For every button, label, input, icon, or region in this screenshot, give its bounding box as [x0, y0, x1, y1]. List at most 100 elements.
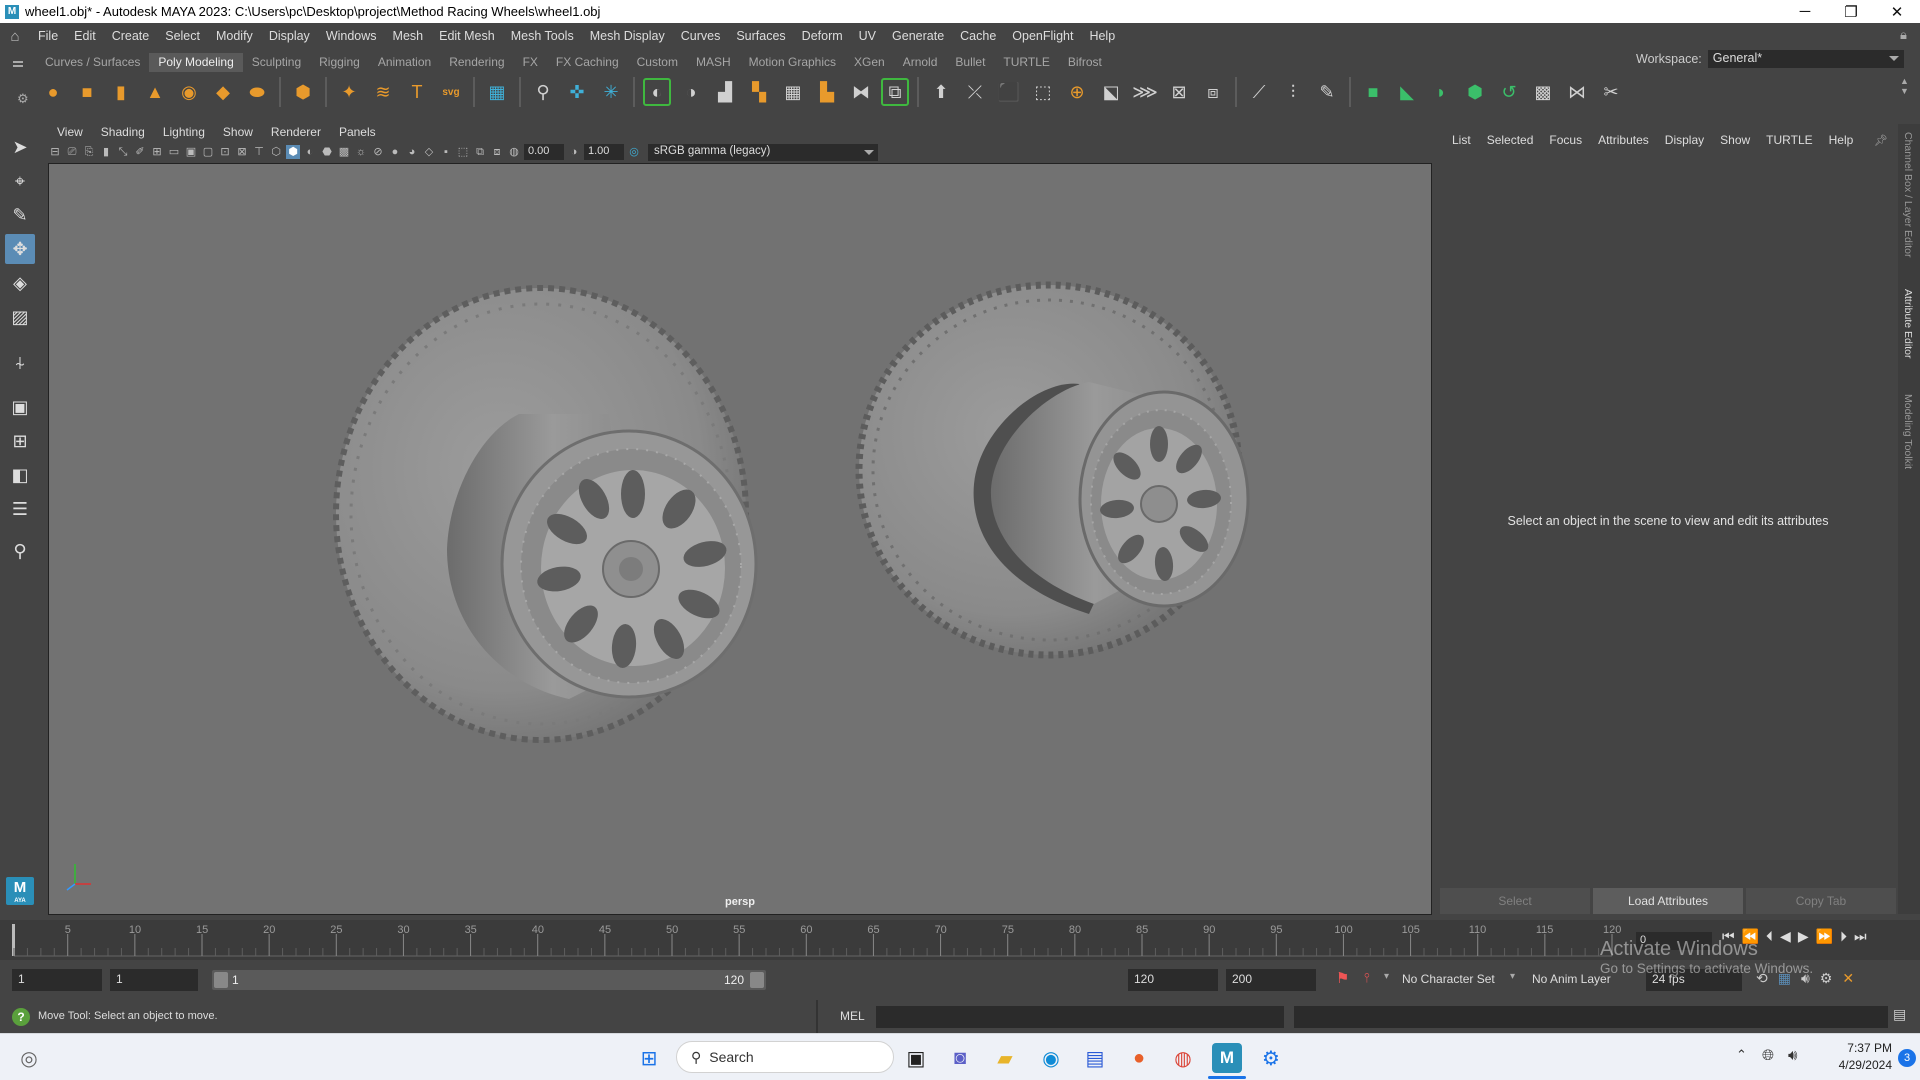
bridge-faces-icon[interactable]: ⬛ [995, 78, 1023, 106]
shelf-tab-fx-caching[interactable]: FX Caching [547, 53, 628, 72]
menu-edit-mesh[interactable]: Edit Mesh [431, 29, 503, 43]
mel-label[interactable]: MEL [840, 1009, 865, 1023]
taskbar-search[interactable]: ⚲ Search [676, 1041, 894, 1073]
maximize-button[interactable]: ❐ [1828, 0, 1874, 23]
menu-mesh-tools[interactable]: Mesh Tools [503, 29, 582, 43]
menu-surfaces[interactable]: Surfaces [728, 29, 793, 43]
image-plane-icon[interactable]: ▮ [99, 145, 113, 159]
shelf-menu-icon[interactable] [13, 61, 23, 63]
use-all-lights-icon[interactable]: ▩ [337, 145, 351, 159]
lock-icon[interactable]: 🔒︎ [1900, 27, 1907, 43]
shelf-tab-bullet[interactable]: Bullet [946, 53, 994, 72]
step-forward-frame-icon[interactable]: ⏵ [1840, 928, 1847, 945]
extract-icon[interactable]: ▦ [779, 78, 807, 106]
settings-app-icon[interactable]: ⚙ [1256, 1043, 1286, 1073]
widgets-icon[interactable]: ◎ [14, 1043, 44, 1073]
menu-mesh[interactable]: Mesh [385, 29, 432, 43]
film-gate-icon[interactable]: ▭ [167, 145, 181, 159]
wireframe-icon[interactable]: ⬡ [269, 145, 283, 159]
shelf-tab-curves-surfaces[interactable]: Curves / Surfaces [36, 53, 149, 72]
depth-of-field-icon[interactable]: ◇ [422, 145, 436, 159]
tab-attribute-editor[interactable]: Attribute Editor [1902, 289, 1914, 358]
append-polygon-icon[interactable]: ⬚ [1029, 78, 1057, 106]
type-tool-icon[interactable]: T [403, 78, 431, 106]
gamma-icon[interactable]: ◑ [567, 145, 581, 159]
shelf-tab-motion-graphics[interactable]: Motion Graphics [740, 53, 845, 72]
2d-pan-zoom-icon[interactable]: ⤡ [116, 145, 130, 159]
grease-pencil-icon[interactable]: ✐ [133, 145, 147, 159]
panel-menu-lighting[interactable]: Lighting [154, 125, 214, 139]
four-pane-layout-icon[interactable]: ⊞ [5, 426, 35, 456]
target-weld-icon[interactable]: ⧈ [1199, 78, 1227, 106]
firefox-icon[interactable]: ● [1124, 1043, 1154, 1073]
script-editor-icon[interactable]: ▤ [1893, 1006, 1906, 1023]
maya-taskbar-icon[interactable]: M [1212, 1043, 1242, 1073]
separate-icon[interactable]: ▚ [745, 78, 773, 106]
insert-edge-loop-icon[interactable]: ⬕ [1097, 78, 1125, 106]
screen-space-ao-icon[interactable]: ⊘ [371, 145, 385, 159]
step-forward-key-icon[interactable]: ⏩ [1816, 928, 1833, 945]
outliner-layout-icon[interactable]: ☰ [5, 494, 35, 524]
shelf-tab-fx[interactable]: FX [514, 53, 547, 72]
paint-select-icon[interactable]: ✎ [5, 200, 35, 230]
attr-menu-display[interactable]: Display [1657, 133, 1712, 147]
load-attributes-button[interactable]: Load Attributes [1593, 888, 1743, 914]
single-pane-layout-icon[interactable]: ▣ [5, 392, 35, 422]
bridge-icon[interactable]: ⧉ [881, 78, 909, 106]
attr-menu-show[interactable]: Show [1712, 133, 1758, 147]
chrome-icon[interactable]: ◍ [1168, 1043, 1198, 1073]
tray-overflow-icon[interactable]: ⌃ [1736, 1047, 1747, 1063]
poly-sphere-icon[interactable]: ● [39, 78, 67, 106]
quad-draw-icon[interactable]: ✎ [1313, 78, 1341, 106]
uv-cylindrical-icon[interactable]: ◣ [1393, 78, 1421, 106]
bookmark-icon[interactable]: ⎘ [82, 145, 96, 159]
poly-plane-icon[interactable]: ◆ [209, 78, 237, 106]
clock[interactable]: 7:37 PM 4/29/2024 [1812, 1040, 1892, 1074]
edge-icon[interactable]: ◉ [1036, 1043, 1066, 1073]
safe-title-icon[interactable]: ⊤ [252, 145, 266, 159]
minimize-button[interactable]: ─ [1782, 0, 1828, 23]
menu-deform[interactable]: Deform [794, 29, 851, 43]
isolate-select-icon[interactable]: ▪ [439, 145, 453, 159]
anim-layer-arrow-icon[interactable]: ▾ [1510, 971, 1515, 982]
boolean-icon[interactable]: ▙ [813, 78, 841, 106]
extrude-icon[interactable]: ⬆ [927, 78, 955, 106]
motion-blur-icon[interactable]: ● [388, 145, 402, 159]
uv-automatic-icon[interactable]: ⬢ [1461, 78, 1489, 106]
network-icon[interactable]: 🌐︎ [1762, 1047, 1774, 1064]
resolution-gate-icon[interactable]: ▣ [184, 145, 198, 159]
menu-help[interactable]: Help [1081, 29, 1123, 43]
workspace-dropdown[interactable]: General* [1707, 50, 1904, 68]
shelf-tab-xgen[interactable]: XGen [845, 53, 894, 72]
shadows-icon[interactable]: ☼ [354, 145, 368, 159]
uv-layout-icon[interactable]: ▩ [1529, 78, 1557, 106]
snap-center-icon[interactable]: ✜ [563, 78, 591, 106]
uv-toolkit-icon[interactable]: ✂ [1597, 78, 1625, 106]
animation-end-field[interactable]: 200 [1226, 969, 1316, 991]
poly-disc-icon[interactable]: ⬬ [243, 78, 271, 106]
menu-cache[interactable]: Cache [952, 29, 1004, 43]
attr-menu-focus[interactable]: Focus [1541, 133, 1590, 147]
mirror-icon[interactable]: ⧓ [847, 78, 875, 106]
panel-menu-show[interactable]: Show [214, 125, 262, 139]
uv-unfold-icon[interactable]: ↺ [1495, 78, 1523, 106]
uv-editor-icon[interactable]: ⋈ [1563, 78, 1591, 106]
crease-icon[interactable]: ⫶ [1279, 78, 1307, 106]
shelf-tab-animation[interactable]: Animation [369, 53, 440, 72]
color-management-icon[interactable]: ◎ [627, 145, 641, 159]
panel-menu-view[interactable]: View [48, 125, 92, 139]
menu-file[interactable]: File [30, 29, 66, 43]
field-chart-icon[interactable]: ⊡ [218, 145, 232, 159]
lasso-tool-icon[interactable]: ⌖ [5, 166, 35, 196]
shelf-tab-poly-modeling[interactable]: Poly Modeling [149, 53, 243, 72]
poly-cylinder-icon[interactable]: ▮ [107, 78, 135, 106]
auto-key-icon[interactable]: ⚑ [1336, 969, 1349, 987]
attr-menu-turtle[interactable]: TURTLE [1758, 133, 1820, 147]
fill-hole-icon[interactable]: ⊕ [1063, 78, 1091, 106]
task-view-icon[interactable]: ▣ [901, 1043, 931, 1073]
attr-menu-list[interactable]: List [1444, 133, 1479, 147]
select-tool-icon[interactable]: ➤ [5, 132, 35, 162]
shelf-tab-arnold[interactable]: Arnold [894, 53, 947, 72]
range-end-handle[interactable] [750, 972, 764, 988]
file-explorer-icon[interactable]: ▰ [990, 1043, 1020, 1073]
